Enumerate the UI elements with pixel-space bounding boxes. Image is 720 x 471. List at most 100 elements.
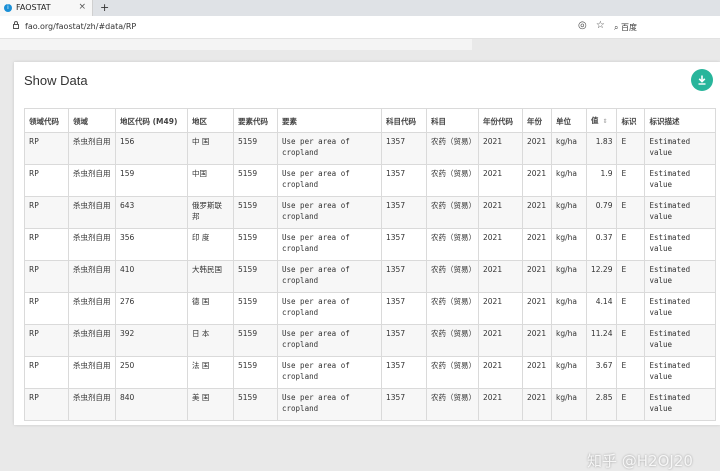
table-cell: Use per area of cropland xyxy=(277,196,382,229)
column-header[interactable]: 要素代码 xyxy=(233,108,278,133)
table-cell: 12.29 xyxy=(585,260,618,293)
close-tab-icon[interactable]: × xyxy=(78,2,86,12)
table-cell: 1357 xyxy=(381,228,427,261)
table-cell: 2.85 xyxy=(585,388,618,421)
table-row: RP 杀虫剂自用 392 日 本 5159 Use per area of croplan… xyxy=(24,324,717,357)
column-header[interactable]: 地区 xyxy=(187,108,234,133)
column-header[interactable]: 标识 xyxy=(616,108,646,133)
table-cell: 杀虫剂自用 xyxy=(68,388,116,421)
table-cell: 5159 xyxy=(233,324,278,357)
table-cell: kg/ha xyxy=(551,164,587,197)
table-cell: 1357 xyxy=(381,324,427,357)
table-cell: Use per area of cropland xyxy=(277,388,382,421)
search-engine-box[interactable]: ⌕ 百度 xyxy=(614,22,637,33)
column-header-value[interactable]: 值 ⇕ xyxy=(585,108,618,133)
table-cell: 印 度 xyxy=(187,228,234,261)
table-cell: E xyxy=(616,228,646,261)
column-header[interactable]: 科目代码 xyxy=(381,108,427,133)
table-cell: 2021 xyxy=(478,356,523,389)
table-cell: 840 xyxy=(115,388,188,421)
table-row: RP 杀虫剂自用 156 中 国 5159 Use per area of croplan… xyxy=(24,132,717,165)
lock-icon[interactable] xyxy=(13,21,19,29)
table-cell: 杀虫剂自用 xyxy=(68,260,116,293)
table-cell: 2021 xyxy=(522,260,552,293)
table-row: RP 杀虫剂自用 643 俄罗斯联邦 5159 Use per area of cropl… xyxy=(24,196,717,229)
column-header[interactable]: 标识描述 xyxy=(644,108,717,133)
table-cell: kg/ha xyxy=(551,292,587,325)
table-cell: 农药（贸易） xyxy=(426,196,479,229)
table-cell: Use per area of cropland xyxy=(277,324,382,357)
table-cell: 5159 xyxy=(233,260,278,293)
table-row: RP 杀虫剂自用 159 中国 5159 Use per area of cropland… xyxy=(24,164,717,197)
table-cell: Use per area of cropland xyxy=(277,356,382,389)
table-cell: 2021 xyxy=(478,196,523,229)
column-header[interactable]: 要素 xyxy=(277,108,382,133)
table-cell: E xyxy=(616,260,646,293)
column-header[interactable]: 科目 xyxy=(426,108,479,133)
table-cell: 德 国 xyxy=(187,292,234,325)
data-table: 领域代码 领域 地区代码 (M49) 地区 要素代码 要素 科目代码 科目 年份… xyxy=(24,108,717,421)
table-cell: 5159 xyxy=(233,292,278,325)
table-cell: RP xyxy=(24,260,69,293)
table-cell: 法 国 xyxy=(187,356,234,389)
table-cell: 1357 xyxy=(381,292,427,325)
table-cell: 美 国 xyxy=(187,388,234,421)
table-cell: 3.67 xyxy=(585,356,618,389)
table-cell: 杀虫剂自用 xyxy=(68,196,116,229)
download-button[interactable] xyxy=(691,69,713,91)
table-cell: E xyxy=(616,164,646,197)
table-cell: 俄罗斯联邦 xyxy=(187,196,234,229)
table-cell: kg/ha xyxy=(551,132,587,165)
table-cell: E xyxy=(616,356,646,389)
table-cell: 0.79 xyxy=(585,196,618,229)
table-row: RP 杀虫剂自用 356 印 度 5159 Use per area of croplan… xyxy=(24,228,717,261)
table-cell: 1357 xyxy=(381,260,427,293)
column-header[interactable]: 地区代码 (M49) xyxy=(115,108,188,133)
table-cell: 276 xyxy=(115,292,188,325)
column-header[interactable]: 领域代码 xyxy=(24,108,69,133)
url-field[interactable]: fao.org/faostat/zh/#data/RP xyxy=(25,22,136,31)
table-cell: RP xyxy=(24,356,69,389)
table-cell: 杀虫剂自用 xyxy=(68,164,116,197)
table-cell: E xyxy=(616,388,646,421)
table-cell: kg/ha xyxy=(551,324,587,357)
table-cell: 2021 xyxy=(522,388,552,421)
table-cell: 农药（贸易） xyxy=(426,324,479,357)
table-cell: Use per area of cropland xyxy=(277,228,382,261)
table-cell: 杀虫剂自用 xyxy=(68,292,116,325)
table-cell: Estimated value xyxy=(644,164,717,197)
column-header[interactable]: 领域 xyxy=(68,108,116,133)
table-cell: 1357 xyxy=(381,388,427,421)
table-cell: 中国 xyxy=(187,164,234,197)
table-cell: kg/ha xyxy=(551,228,587,261)
column-header[interactable]: 年份代码 xyxy=(478,108,523,133)
translate-icon[interactable]: ◎ xyxy=(578,20,587,31)
favorite-star-icon[interactable]: ☆ xyxy=(596,20,605,31)
table-cell: 2021 xyxy=(522,356,552,389)
table-header-row: 领域代码 领域 地区代码 (M49) 地区 要素代码 要素 科目代码 科目 年份… xyxy=(24,108,717,133)
table-cell: 4.14 xyxy=(585,292,618,325)
table-row: RP 杀虫剂自用 410 大韩民国 5159 Use per area of cropla… xyxy=(24,260,717,293)
table-cell: 农药（贸易） xyxy=(426,292,479,325)
table-cell: 356 xyxy=(115,228,188,261)
column-header[interactable]: 年份 xyxy=(522,108,552,133)
table-cell: Use per area of cropland xyxy=(277,132,382,165)
sort-icon[interactable]: ⇕ xyxy=(603,118,608,125)
table-cell: 2021 xyxy=(522,164,552,197)
browser-tab[interactable]: i FAOSTAT × xyxy=(0,0,93,16)
page-title: Show Data xyxy=(24,73,88,88)
table-cell: RP xyxy=(24,164,69,197)
table-cell: Estimated value xyxy=(644,388,717,421)
new-tab-plus-icon[interactable]: + xyxy=(100,1,109,14)
table-cell: 农药（贸易） xyxy=(426,388,479,421)
address-bar: fao.org/faostat/zh/#data/RP ◎ ☆ ⌕ 百度 xyxy=(0,16,720,39)
table-cell: 杀虫剂自用 xyxy=(68,324,116,357)
download-icon xyxy=(698,75,706,85)
browser-tab-bar: i FAOSTAT × + xyxy=(0,0,720,16)
table-cell: kg/ha xyxy=(551,356,587,389)
table-cell: Use per area of cropland xyxy=(277,292,382,325)
table-row: RP 杀虫剂自用 276 德 国 5159 Use per area of croplan… xyxy=(24,292,717,325)
table-cell: 1357 xyxy=(381,164,427,197)
column-header[interactable]: 单位 xyxy=(551,108,587,133)
table-cell: 2021 xyxy=(478,132,523,165)
